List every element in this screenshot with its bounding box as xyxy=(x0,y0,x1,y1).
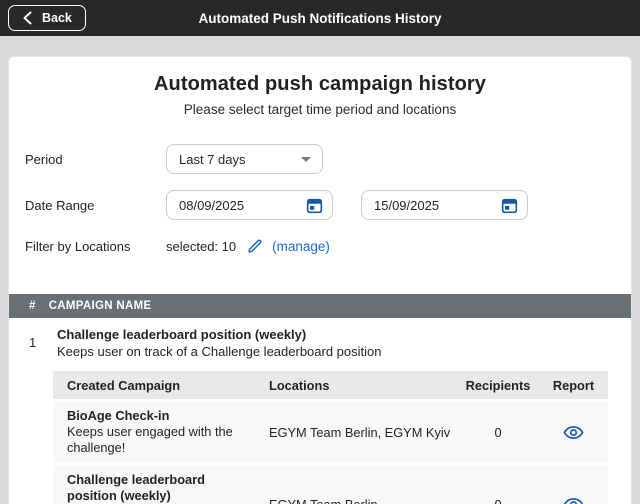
created-campaign-row: BioAge Check-in Keeps user engaged with … xyxy=(53,401,608,463)
end-date-value: 15/09/2025 xyxy=(374,198,439,213)
back-chevron-icon xyxy=(22,11,33,25)
column-report: Report xyxy=(539,378,608,393)
report-cell xyxy=(539,422,608,443)
column-locations: Locations xyxy=(261,378,457,393)
period-label: Period xyxy=(25,152,166,167)
screen: Back Automated Push Notifications Histor… xyxy=(0,0,640,504)
back-button-label: Back xyxy=(42,11,72,25)
card-subtitle: Please select target time period and loc… xyxy=(9,102,631,117)
campaign-row: 1 Challenge leaderboard position (weekly… xyxy=(9,318,631,360)
report-cell xyxy=(539,494,608,504)
view-report-button[interactable] xyxy=(563,422,584,443)
top-bar: Back Automated Push Notifications Histor… xyxy=(0,0,640,36)
back-button[interactable]: Back xyxy=(8,5,86,31)
calendar-icon xyxy=(306,197,323,214)
content-card: Automated push campaign history Please s… xyxy=(8,56,632,504)
column-recipients: Recipients xyxy=(457,378,539,393)
created-campaign-row: Challenge leaderboard position (weekly) … xyxy=(53,465,608,504)
created-campaign-title: BioAge Check-in xyxy=(67,408,251,424)
locations-selected-count: selected: 10 xyxy=(166,239,236,254)
locations-row: Filter by Locations selected: 10 (manage… xyxy=(9,236,631,256)
pencil-icon xyxy=(247,238,263,254)
column-index: # xyxy=(29,300,36,312)
campaign-row-main: Challenge leaderboard position (weekly) … xyxy=(57,326,382,360)
created-campaign-cell: Challenge leaderboard position (weekly) … xyxy=(53,465,261,504)
period-selected-value: Last 7 days xyxy=(179,152,246,167)
created-campaign-cell: BioAge Check-in Keeps user engaged with … xyxy=(53,401,261,463)
campaign-row-index: 1 xyxy=(29,326,49,360)
chevron-down-icon xyxy=(301,157,311,162)
view-report-button[interactable] xyxy=(563,494,584,504)
campaign-row-title: Challenge leaderboard position (weekly) xyxy=(57,326,382,343)
manage-locations-link[interactable]: (manage) xyxy=(272,239,330,254)
created-campaign-title: Challenge leaderboard position (weekly) xyxy=(67,472,251,504)
date-range-label: Date Range xyxy=(25,198,166,213)
campaign-row-description: Keeps user on track of a Challenge leade… xyxy=(57,343,382,360)
recipients-cell: 0 xyxy=(457,497,539,504)
eye-icon xyxy=(563,422,584,443)
locations-label: Filter by Locations xyxy=(25,239,166,254)
end-date-input[interactable]: 15/09/2025 xyxy=(361,190,528,220)
locations-cell: EGYM Team Berlin, EGYM Kyiv xyxy=(261,425,457,440)
page-body: Automated push campaign history Please s… xyxy=(0,36,640,504)
edit-locations-button[interactable] xyxy=(247,238,263,254)
date-range-row: Date Range 08/09/2025 15/09/2025 xyxy=(9,190,631,220)
filters-section: Period Last 7 days Date Range 08/09/2025 xyxy=(9,144,631,256)
start-date-value: 08/09/2025 xyxy=(179,198,244,213)
period-select[interactable]: Last 7 days xyxy=(166,144,323,174)
column-created-campaign: Created Campaign xyxy=(53,378,261,393)
start-date-input[interactable]: 08/09/2025 xyxy=(166,190,333,220)
created-campaigns-header: Created Campaign Locations Recipients Re… xyxy=(53,371,608,399)
calendar-icon xyxy=(501,197,518,214)
created-campaigns-table: Created Campaign Locations Recipients Re… xyxy=(53,371,608,504)
period-row: Period Last 7 days xyxy=(9,144,631,174)
recipients-cell: 0 xyxy=(457,425,539,440)
card-title: Automated push campaign history xyxy=(9,73,631,96)
locations-cell: EGYM Team Berlin xyxy=(261,497,457,504)
page-title: Automated Push Notifications History xyxy=(198,11,441,26)
eye-icon xyxy=(563,494,584,504)
created-campaign-description: Keeps user engaged with the challenge! xyxy=(67,424,251,456)
column-campaign-name: CAMPAIGN NAME xyxy=(49,300,152,312)
campaign-table-header: # CAMPAIGN NAME xyxy=(9,294,631,318)
